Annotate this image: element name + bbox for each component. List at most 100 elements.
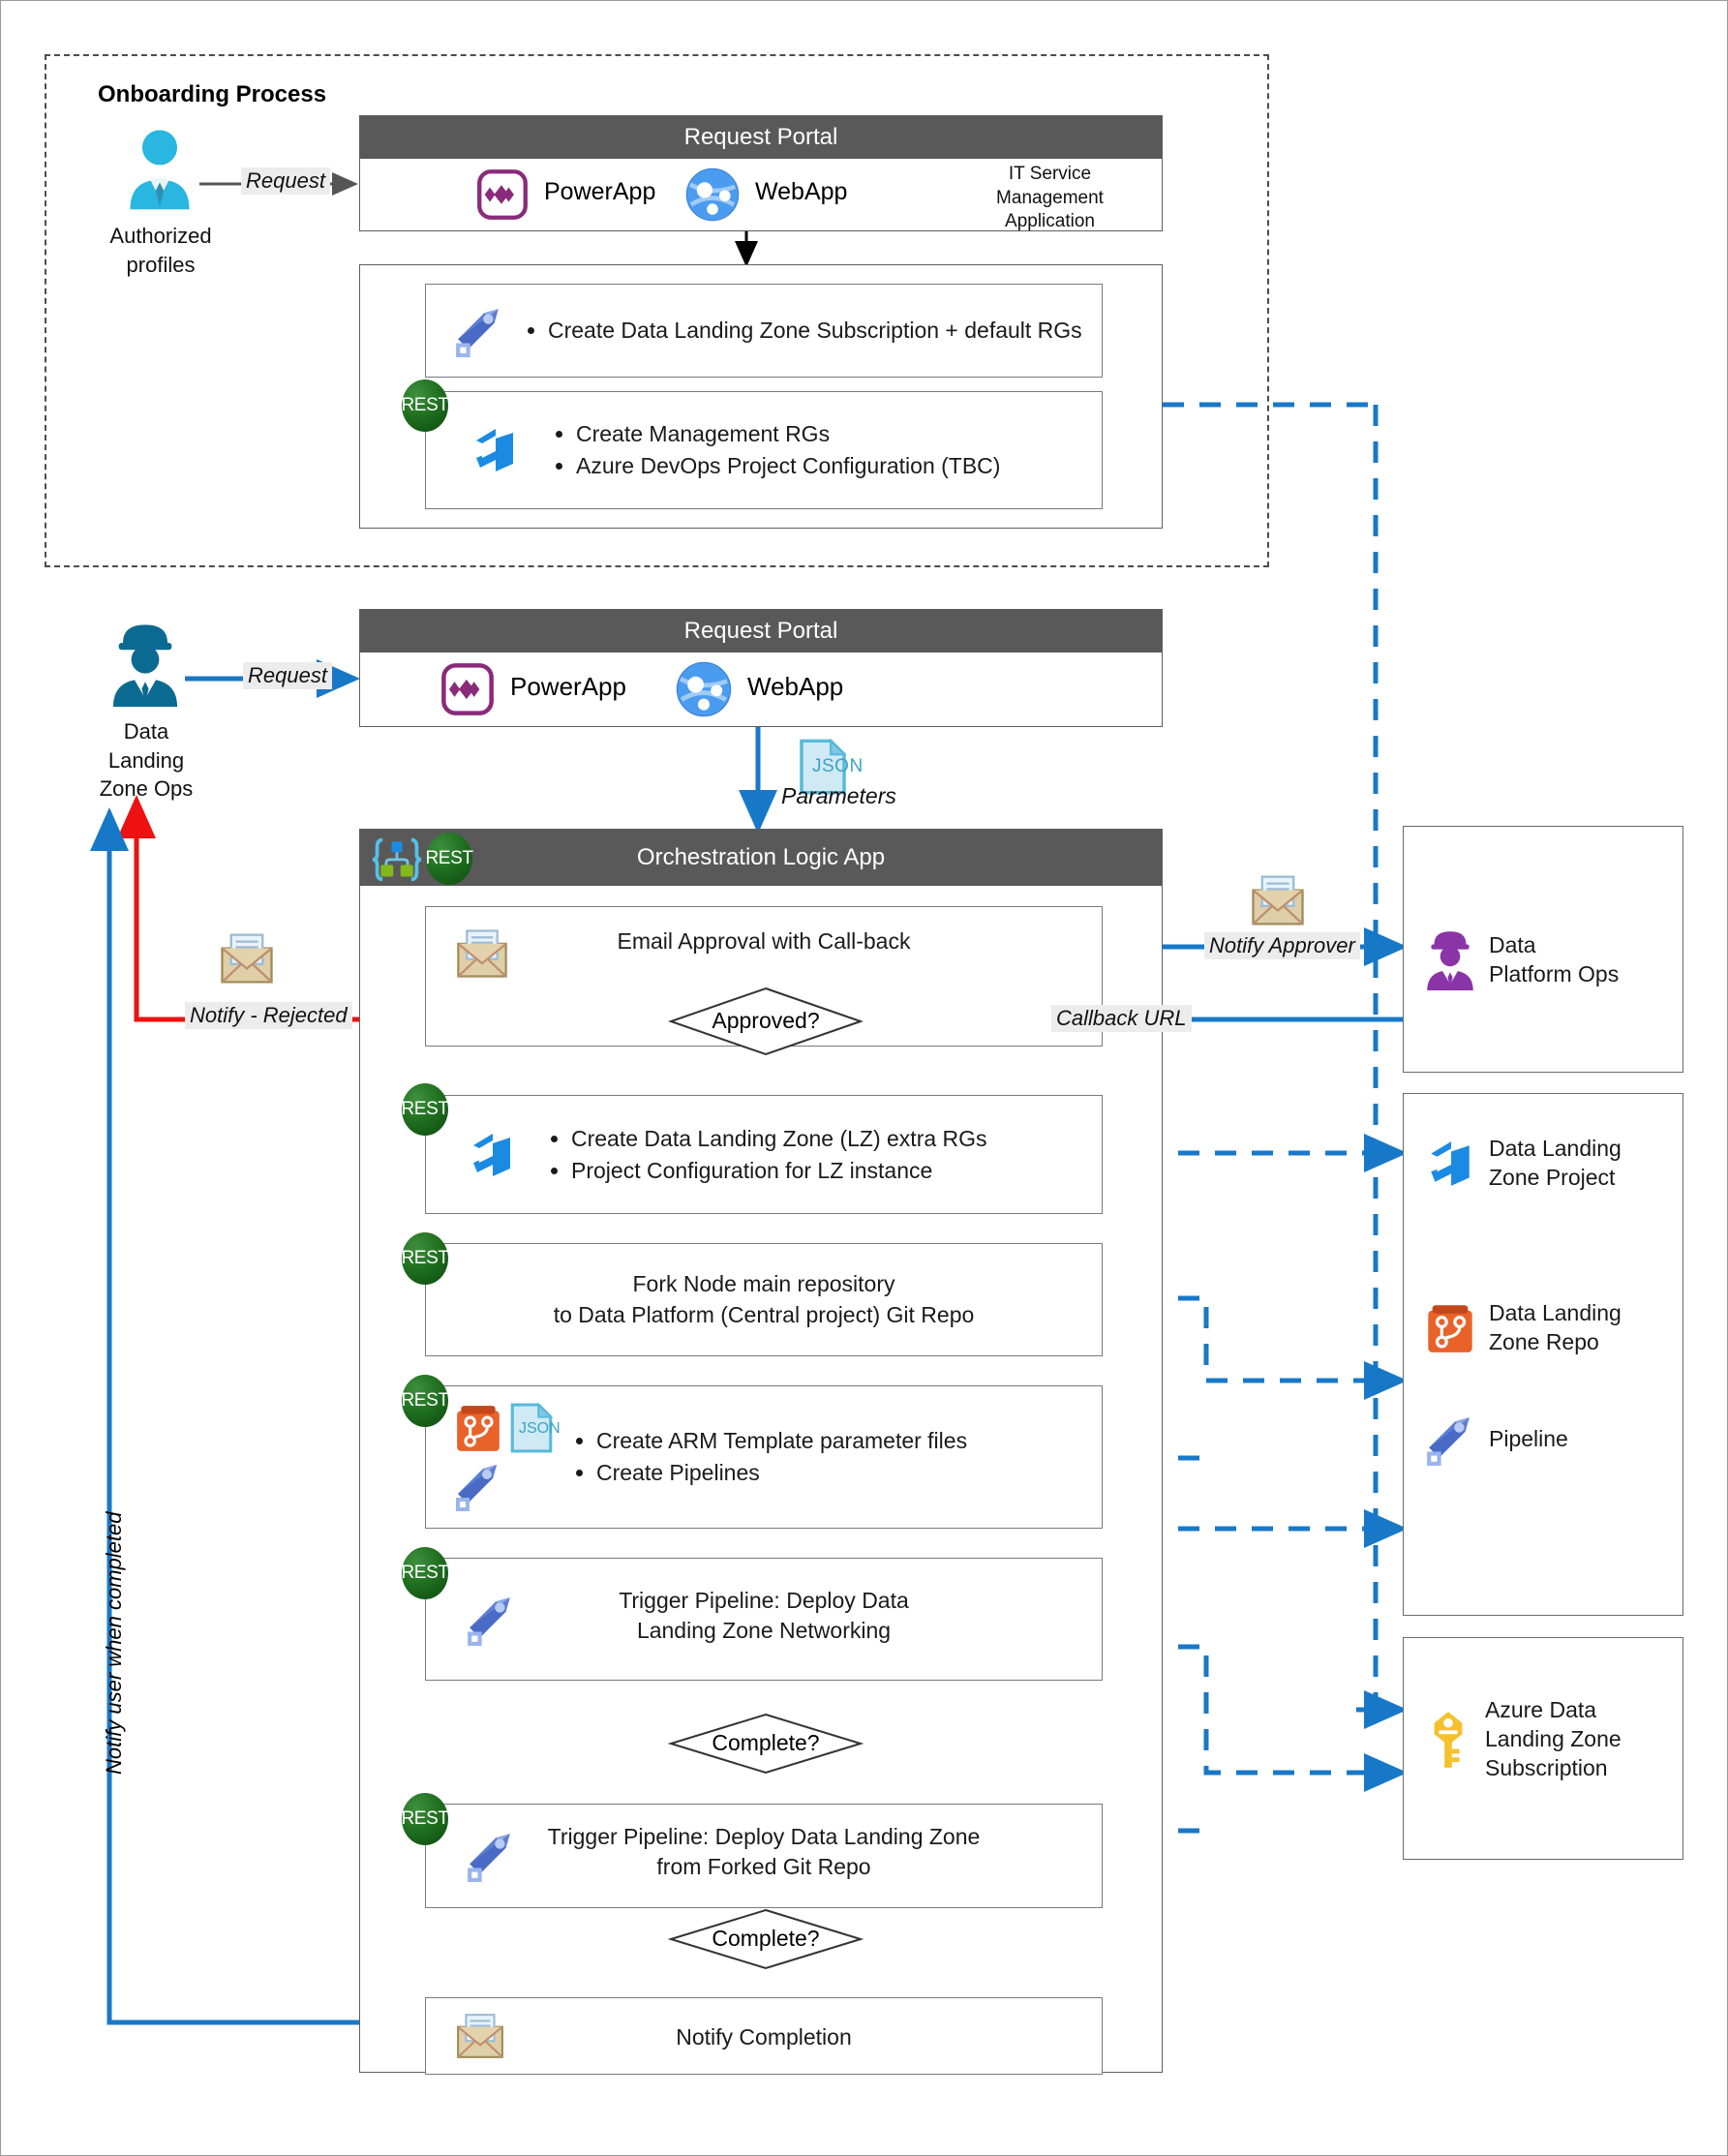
- step-trigger-networking: Trigger Pipeline: Deploy Data Landing Zo…: [425, 1558, 1103, 1681]
- onboarding-request-label: Request: [241, 167, 330, 195]
- decision-approved-label: Approved?: [712, 1008, 820, 1033]
- target-devops-resources: Data Landing Zone Project Data Landing Z…: [1403, 1093, 1683, 1616]
- powerapp-icon: [440, 662, 495, 716]
- logic-app-icon: [371, 837, 423, 882]
- logic-app-header: REST Orchestration Logic App: [360, 830, 1162, 886]
- webapp-icon: [684, 167, 741, 223]
- repo-icon: [455, 1404, 501, 1453]
- authorized-profiles-line2: profiles: [126, 252, 196, 277]
- notify-approver-label: Notify Approver: [1204, 932, 1360, 959]
- onboarding-step1-bullets: Create Data Landing Zone Subscription + …: [523, 315, 1082, 347]
- fork-node-line2: to Data Platform (Central project) Git R…: [553, 1301, 975, 1327]
- email-icon: [1252, 875, 1304, 926]
- step-create-arm-templates: JSON Create ARM Template parameter files…: [425, 1385, 1103, 1529]
- architecture-diagram: Onboarding Process Authorized profiles R…: [0, 0, 1728, 2156]
- itsm-line2: Management: [996, 187, 1104, 208]
- bullet: Project Configuration for LZ instance: [571, 1155, 987, 1187]
- step-fork-node: Fork Node main repository to Data Platfo…: [425, 1243, 1103, 1356]
- dlz-ops-line1: Data: [123, 719, 169, 744]
- logic-app-title: Orchestration Logic App: [636, 844, 886, 870]
- callback-url-label: Callback URL: [1051, 1005, 1192, 1032]
- onboarding-step2-bullets: Create Management RGs Azure DevOps Proje…: [551, 418, 1000, 481]
- repo-icon: [1426, 1303, 1474, 1354]
- azure-pipeline-icon: [453, 305, 505, 357]
- rest-badge-onboarding: REST: [401, 380, 449, 432]
- fork-node-text: Fork Node main repository to Data Platfo…: [426, 1269, 1102, 1329]
- onboarding-portal-header: Request Portal: [360, 116, 1162, 159]
- azsub-line2: Landing Zone: [1485, 1725, 1622, 1751]
- dlzr-line1: Data Landing: [1489, 1299, 1622, 1325]
- step-create-lz-rgs: Create Data Landing Zone (LZ) extra RGs …: [425, 1095, 1103, 1214]
- decision-complete-1-label: Complete?: [712, 1730, 820, 1755]
- step-trigger-lz-deploy: Trigger Pipeline: Deploy Data Landing Zo…: [425, 1804, 1103, 1908]
- deployment-request-portal: Request Portal PowerApp WebApp: [359, 609, 1163, 727]
- trigger-networking-line2: Landing Zone Networking: [636, 1618, 892, 1644]
- rest-badge-create-arm: REST: [401, 1375, 449, 1427]
- deployment-portal-header: Request Portal: [360, 610, 1162, 653]
- parameters-label: Parameters: [781, 783, 896, 808]
- bullet: Create Data Landing Zone Subscription + …: [548, 315, 1082, 347]
- dlz-project-label: Data Landing Zone Project: [1489, 1135, 1622, 1193]
- onboarding-request-portal: Request Portal PowerApp WebApp IT Servic…: [359, 115, 1163, 231]
- json-icon-text: JSON: [812, 756, 864, 776]
- rest-badge-trigger-lz: REST: [401, 1793, 449, 1845]
- json-icon-text: JSON: [519, 1420, 561, 1437]
- fork-node-line1: Fork Node main repository: [632, 1271, 895, 1297]
- decision-complete-2-label: Complete?: [712, 1926, 820, 1951]
- bullet: Create Management RGs: [576, 418, 1000, 450]
- onboarding-step-create-subscription: Create Data Landing Zone Subscription + …: [425, 284, 1103, 378]
- email-approval-text: Email Approval with Call-back: [617, 928, 911, 954]
- data-landing-zone-ops-label: Data Landing Zone Ops: [78, 717, 214, 804]
- powerapp-icon: [476, 168, 529, 221]
- data-platform-ops-label: Data Platform Ops: [1489, 931, 1619, 989]
- dlz-repo-label: Data Landing Zone Repo: [1489, 1299, 1622, 1357]
- engineer-icon: [112, 624, 178, 708]
- key-icon: [1434, 1712, 1463, 1768]
- rest-badge-create-lz-rgs: REST: [401, 1083, 449, 1136]
- azsub-line3: Subscription: [1485, 1754, 1608, 1780]
- rest-badge-fork-node: REST: [401, 1232, 449, 1285]
- dlz-ops-line3: Zone Ops: [99, 776, 194, 802]
- azure-devops-icon: [473, 1133, 510, 1176]
- dlzp-line1: Data Landing: [1489, 1136, 1622, 1161]
- onboarding-step-create-mgmt-rgs: Create Management RGs Azure DevOps Proje…: [425, 391, 1103, 509]
- azure-subscription-label: Azure Data Landing Zone Subscription: [1485, 1696, 1622, 1783]
- create-arm-bullets: Create ARM Template parameter files Crea…: [571, 1425, 967, 1488]
- azure-devops-icon: [1431, 1141, 1470, 1186]
- trigger-lz-line1: Trigger Pipeline: Deploy Data Landing Zo…: [547, 1824, 981, 1849]
- itsm-line1: IT Service: [1008, 164, 1092, 184]
- azsub-line1: Azure Data: [1485, 1697, 1597, 1722]
- authorized-profiles-label: Authorized profiles: [98, 222, 224, 279]
- itsm-label: IT Service Management Application: [965, 163, 1135, 234]
- pipeline-label: Pipeline: [1489, 1425, 1568, 1451]
- powerapp-label: PowerApp: [544, 178, 656, 205]
- create-lz-rgs-bullets: Create Data Landing Zone (LZ) extra RGs …: [546, 1123, 987, 1186]
- onboarding-process-title: Onboarding Process: [98, 81, 327, 107]
- itsm-line3: Application: [1005, 211, 1095, 232]
- target-data-platform-ops: Data Platform Ops: [1403, 826, 1683, 1073]
- step-notify-completion: Notify Completion: [425, 1997, 1103, 2075]
- trigger-networking-line1: Trigger Pipeline: Deploy Data: [619, 1588, 909, 1613]
- notify-completion-text: Notify Completion: [676, 2024, 852, 2050]
- target-azure-subscription: Azure Data Landing Zone Subscription: [1403, 1637, 1683, 1860]
- bullet: Create Pipelines: [596, 1457, 967, 1489]
- dlz-ops-line2: Landing: [107, 747, 185, 773]
- dlzr-line2: Zone Repo: [1489, 1328, 1599, 1354]
- webapp-label: WebApp: [755, 178, 848, 205]
- dpo-line2: Platform Ops: [1489, 961, 1620, 987]
- bullet: Create ARM Template parameter files: [596, 1425, 967, 1457]
- dlzp-line2: Zone Project: [1489, 1164, 1616, 1190]
- rest-badge-logic-app: REST: [425, 833, 473, 885]
- authorized-profiles-line1: Authorized: [109, 224, 212, 248]
- trigger-lz-line2: from Forked Git Repo: [656, 1854, 871, 1880]
- notify-user-when-completed-label: Notify user when completed: [102, 1511, 126, 1775]
- deployment-request-label: Request: [243, 662, 332, 689]
- bullet: Create Data Landing Zone (LZ) extra RGs: [571, 1123, 987, 1155]
- azure-pipeline-icon: [1425, 1413, 1475, 1466]
- azure-devops-icon: [476, 429, 513, 471]
- webapp-label: WebApp: [747, 672, 844, 701]
- email-icon: [221, 933, 273, 984]
- trigger-networking-text: Trigger Pipeline: Deploy Data Landing Zo…: [426, 1586, 1102, 1646]
- rest-badge-trigger-networking: REST: [401, 1547, 449, 1599]
- trigger-lz-text: Trigger Pipeline: Deploy Data Landing Zo…: [426, 1822, 1102, 1882]
